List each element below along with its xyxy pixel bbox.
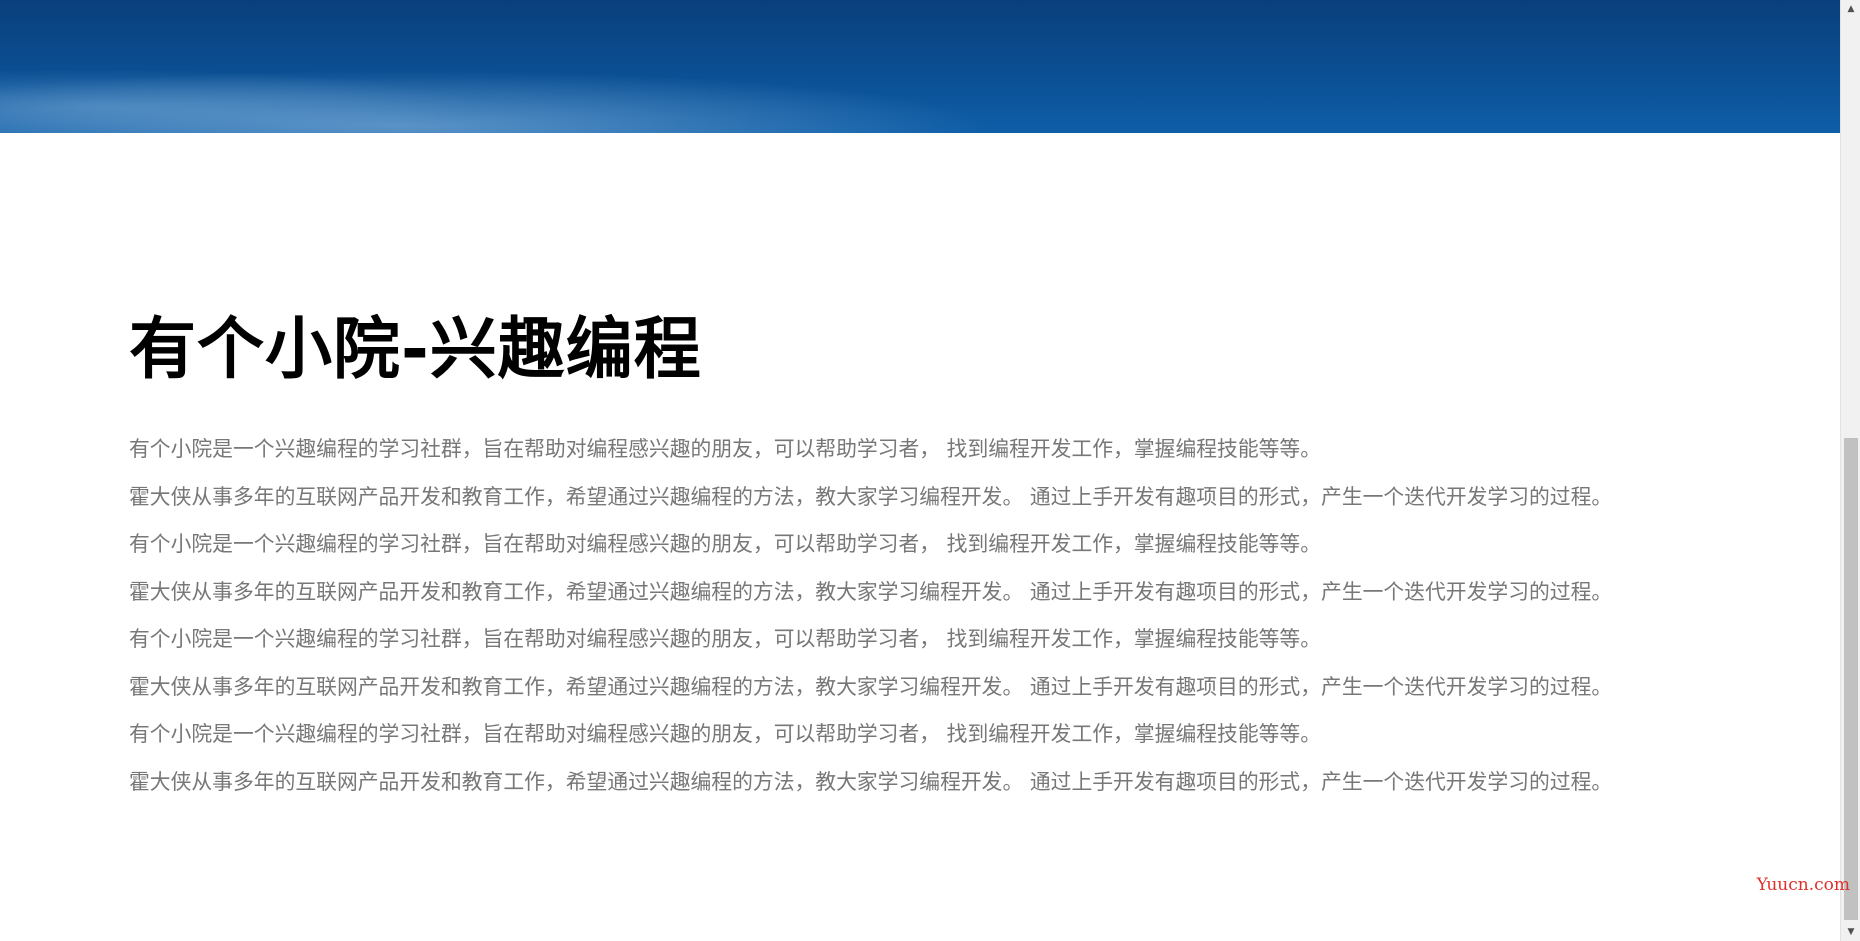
hero-banner-image xyxy=(0,0,1840,133)
watermark-text: Yuucn.com xyxy=(1756,875,1850,895)
paragraph-line: 有个小院是一个兴趣编程的学习社群，旨在帮助对编程感兴趣的朋友，可以帮助学习者， … xyxy=(129,437,1322,461)
main-content: 有个小院-兴趣编程 有个小院是一个兴趣编程的学习社群，旨在帮助对编程感兴趣的朋友… xyxy=(129,300,1769,806)
intro-paragraphs: 有个小院是一个兴趣编程的学习社群，旨在帮助对编程感兴趣的朋友，可以帮助学习者， … xyxy=(129,426,1769,806)
browser-viewport: 有个小院-兴趣编程 有个小院是一个兴趣编程的学习社群，旨在帮助对编程感兴趣的朋友… xyxy=(0,0,1860,941)
arrow-down-icon[interactable]: ▼ xyxy=(1841,923,1860,941)
paragraph-line: 霍大侠从事多年的互联网产品开发和教育工作，希望通过兴趣编程的方法，教大家学习编程… xyxy=(129,579,1613,604)
vertical-scrollbar[interactable]: ▲ ▼ xyxy=(1840,0,1860,941)
paragraph-line: 有个小院是一个兴趣编程的学习社群，旨在帮助对编程感兴趣的朋友，可以帮助学习者， … xyxy=(129,532,1322,556)
paragraph-line: 霍大侠从事多年的互联网产品开发和教育工作，希望通过兴趣编程的方法，教大家学习编程… xyxy=(129,769,1613,794)
paragraph-line: 霍大侠从事多年的互联网产品开发和教育工作，希望通过兴趣编程的方法，教大家学习编程… xyxy=(129,484,1613,509)
paragraph-line: 有个小院是一个兴趣编程的学习社群，旨在帮助对编程感兴趣的朋友，可以帮助学习者， … xyxy=(129,722,1322,746)
paragraph-line: 霍大侠从事多年的互联网产品开发和教育工作，希望通过兴趣编程的方法，教大家学习编程… xyxy=(129,674,1613,699)
page-title: 有个小院-兴趣编程 xyxy=(129,310,702,388)
arrow-up-icon[interactable]: ▲ xyxy=(1841,0,1860,18)
paragraph-line: 有个小院是一个兴趣编程的学习社群，旨在帮助对编程感兴趣的朋友，可以帮助学习者， … xyxy=(129,627,1322,651)
scrollbar-thumb[interactable] xyxy=(1844,438,1858,920)
